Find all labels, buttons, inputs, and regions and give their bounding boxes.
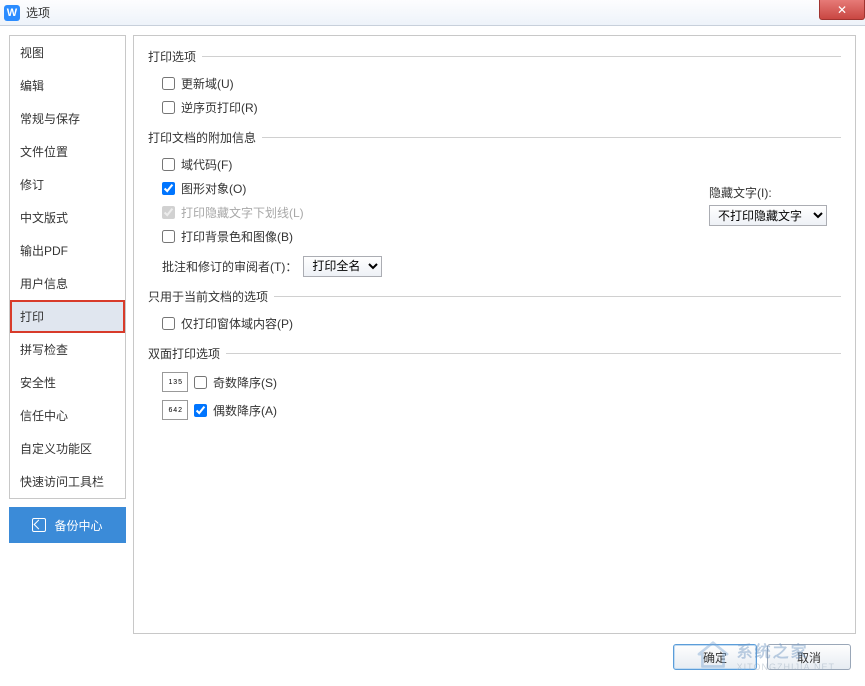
duplex-odd-icon: 1 3 5 [162,372,188,392]
content-panel: 打印选项 更新域(U) 逆序页打印(R) 打印文档的附加信息 [133,35,856,634]
sidebar-item-edit[interactable]: 编辑 [10,69,125,102]
checkbox-hidden-underline [162,206,175,219]
divider [262,137,841,138]
label-odd-desc[interactable]: 奇数降序(S) [213,374,277,391]
sidebar-item-customize-ribbon[interactable]: 自定义功能区 [10,432,125,465]
sidebar-item-security[interactable]: 安全性 [10,366,125,399]
label-update-fields[interactable]: 更新域(U) [181,75,234,92]
select-reviewer[interactable]: 打印全名 [303,256,382,277]
group-print-options: 打印选项 更新域(U) 逆序页打印(R) [148,48,841,119]
legend-print-options: 打印选项 [148,48,196,65]
ok-button[interactable]: 确定 [673,644,757,670]
label-reverse-order[interactable]: 逆序页打印(R) [181,99,258,116]
checkbox-graphics[interactable] [162,182,175,195]
sidebar-item-quick-access[interactable]: 快速访问工具栏 [10,465,125,498]
label-hidden-underline: 打印隐藏文字下划线(L) [181,204,304,221]
close-icon: ✕ [837,3,847,17]
divider [226,353,841,354]
dialog-footer: 确定 取消 系统之家 XITONGZHIJIA.NET [0,634,865,680]
close-button[interactable]: ✕ [819,0,865,20]
backup-center-button[interactable]: 备份中心 [9,507,126,543]
sidebar: 视图 编辑 常规与保存 文件位置 修订 中文版式 输出PDF 用户信息 打印 拼… [9,35,126,499]
duplex-even-icon: 6 4 2 [162,400,188,420]
hidden-text-column: 隐藏文字(I): 不打印隐藏文字 [709,184,839,226]
checkbox-reverse-order[interactable] [162,101,175,114]
backup-label: 备份中心 [54,517,102,534]
label-background[interactable]: 打印背景色和图像(B) [181,228,293,245]
cancel-button[interactable]: 取消 [767,644,851,670]
group-current-doc: 只用于当前文档的选项 仅打印窗体域内容(P) [148,288,841,335]
sidebar-item-general-save[interactable]: 常规与保存 [10,102,125,135]
sidebar-list: 视图 编辑 常规与保存 文件位置 修订 中文版式 输出PDF 用户信息 打印 拼… [10,36,125,498]
divider [274,296,841,297]
legend-current-doc: 只用于当前文档的选项 [148,288,268,305]
sidebar-item-print[interactable]: 打印 [10,300,125,333]
legend-doc-attach: 打印文档的附加信息 [148,129,256,146]
sidebar-item-file-location[interactable]: 文件位置 [10,135,125,168]
label-reviewer: 批注和修订的审阅者(T)： [162,258,297,275]
checkbox-field-codes[interactable] [162,158,175,171]
sidebar-item-trust-center[interactable]: 信任中心 [10,399,125,432]
checkbox-update-fields[interactable] [162,77,175,90]
sidebar-item-revision[interactable]: 修订 [10,168,125,201]
legend-duplex: 双面打印选项 [148,345,220,362]
divider [202,56,841,57]
window-title: 选项 [26,4,50,21]
checkbox-form-only[interactable] [162,317,175,330]
label-hidden-text: 隐藏文字(I): [709,184,839,201]
label-graphics[interactable]: 图形对象(O) [181,180,246,197]
sidebar-item-output-pdf[interactable]: 输出PDF [10,234,125,267]
group-duplex: 双面打印选项 1 3 5 奇数降序(S) 6 4 2 偶数降序(A) [148,345,841,424]
dialog-body: 视图 编辑 常规与保存 文件位置 修订 中文版式 输出PDF 用户信息 打印 拼… [0,26,865,634]
label-form-only[interactable]: 仅打印窗体域内容(P) [181,315,293,332]
sidebar-item-view[interactable]: 视图 [10,36,125,69]
sidebar-item-user-info[interactable]: 用户信息 [10,267,125,300]
sidebar-item-spell-check[interactable]: 拼写检查 [10,333,125,366]
app-icon: W [4,5,20,21]
select-hidden-text[interactable]: 不打印隐藏文字 [709,205,827,226]
label-field-codes[interactable]: 域代码(F) [181,156,232,173]
backup-icon [32,518,46,532]
label-even-desc[interactable]: 偶数降序(A) [213,402,277,419]
title-bar: W 选项 ✕ [0,0,865,26]
sidebar-item-chinese-layout[interactable]: 中文版式 [10,201,125,234]
checkbox-even-desc[interactable] [194,404,207,417]
checkbox-odd-desc[interactable] [194,376,207,389]
checkbox-background[interactable] [162,230,175,243]
